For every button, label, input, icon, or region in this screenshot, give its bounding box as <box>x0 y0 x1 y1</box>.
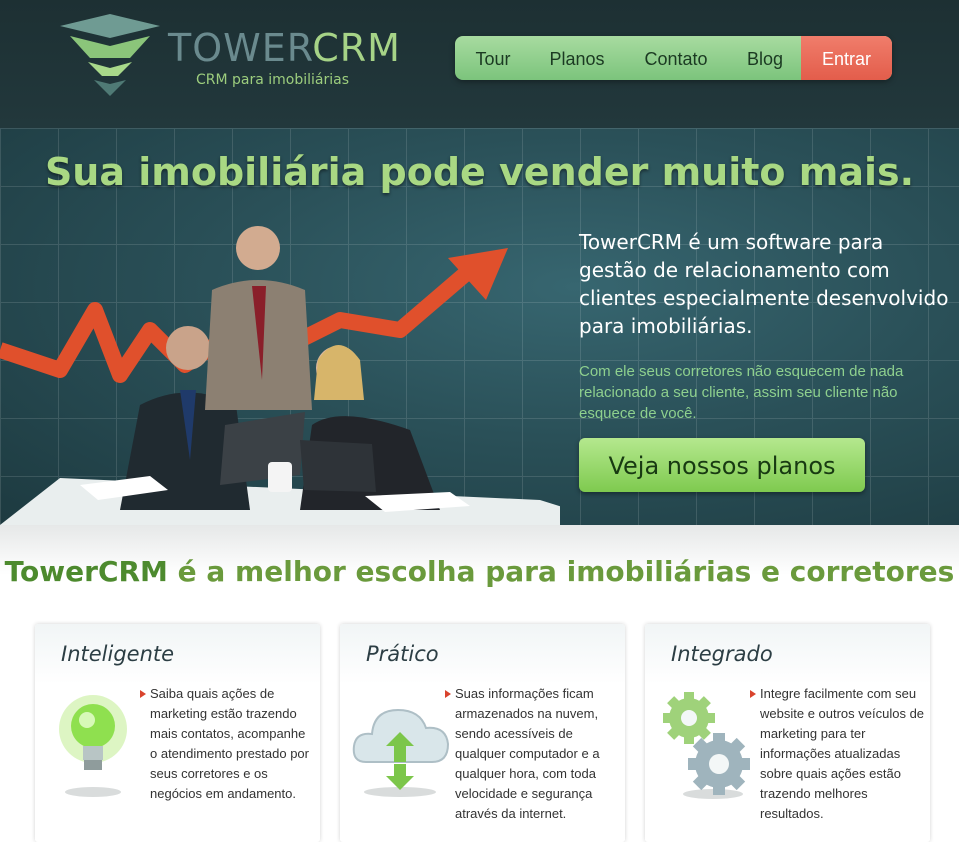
bullet-arrow-icon <box>140 690 146 698</box>
feature-text: Integre facilmente com seu website e out… <box>760 686 925 821</box>
section-title: TowerCRM é a melhor escolha para imobili… <box>0 555 959 588</box>
main-nav: Tour Planos Contato Blog Entrar <box>455 36 892 80</box>
feature-title: Prático <box>366 642 439 666</box>
cloud-sync-icon <box>352 708 450 797</box>
hero-title: Sua imobiliária pode vender muito mais. <box>44 150 915 194</box>
tower-logo-icon <box>60 14 160 96</box>
brand-name: TOWERCRM <box>168 26 401 70</box>
feature-card-inteligente: Inteligente Saiba quais ações de marketi… <box>35 624 320 842</box>
brand-name-part2: CRM <box>312 26 401 70</box>
nav-item-planos[interactable]: Planos <box>531 36 623 80</box>
site-header: TOWERCRM CRM para imobiliárias Tour Plan… <box>0 0 959 128</box>
feature-text: Suas informações ficam armazenados na nu… <box>455 686 600 821</box>
hero-lead-text: TowerCRM é um software para gestão de re… <box>579 230 949 338</box>
feature-text: Saiba quais ações de marketing estão tra… <box>150 686 309 801</box>
section-title-brand: TowerCRM <box>4 555 168 588</box>
feature-card-pratico: Prático Suas informações ficam armazenad… <box>340 624 625 842</box>
login-button[interactable]: Entrar <box>801 36 892 80</box>
nav-item-contato[interactable]: Contato <box>623 36 729 80</box>
brand-tagline: CRM para imobiliárias <box>196 72 350 88</box>
gears-icon <box>663 692 750 799</box>
features-section: TowerCRM é a melhor escolha para imobili… <box>0 525 959 842</box>
feature-card-integrado: Integrado Integre facilmente com seu web… <box>645 624 930 842</box>
bullet-arrow-icon <box>445 690 451 698</box>
logo[interactable]: TOWERCRM CRM para imobiliárias <box>58 12 400 102</box>
section-title-rest: é a melhor escolha para imobiliárias e c… <box>167 555 955 588</box>
nav-item-tour[interactable]: Tour <box>455 36 531 80</box>
light-bulb-icon <box>59 695 127 797</box>
brand-name-part1: TOWER <box>168 26 313 70</box>
bullet-arrow-icon <box>750 690 756 698</box>
hero-business-team-illustration <box>0 226 560 525</box>
hero-banner: Sua imobiliária pode vender muito mais. … <box>0 128 959 525</box>
nav-item-blog[interactable]: Blog <box>729 36 801 80</box>
feature-title: Inteligente <box>61 642 175 666</box>
feature-title: Integrado <box>671 642 773 666</box>
see-plans-button[interactable]: Veja nossos planos <box>579 438 865 492</box>
hero-sub-text: Com ele seus corretores não esquecem de … <box>579 363 904 422</box>
